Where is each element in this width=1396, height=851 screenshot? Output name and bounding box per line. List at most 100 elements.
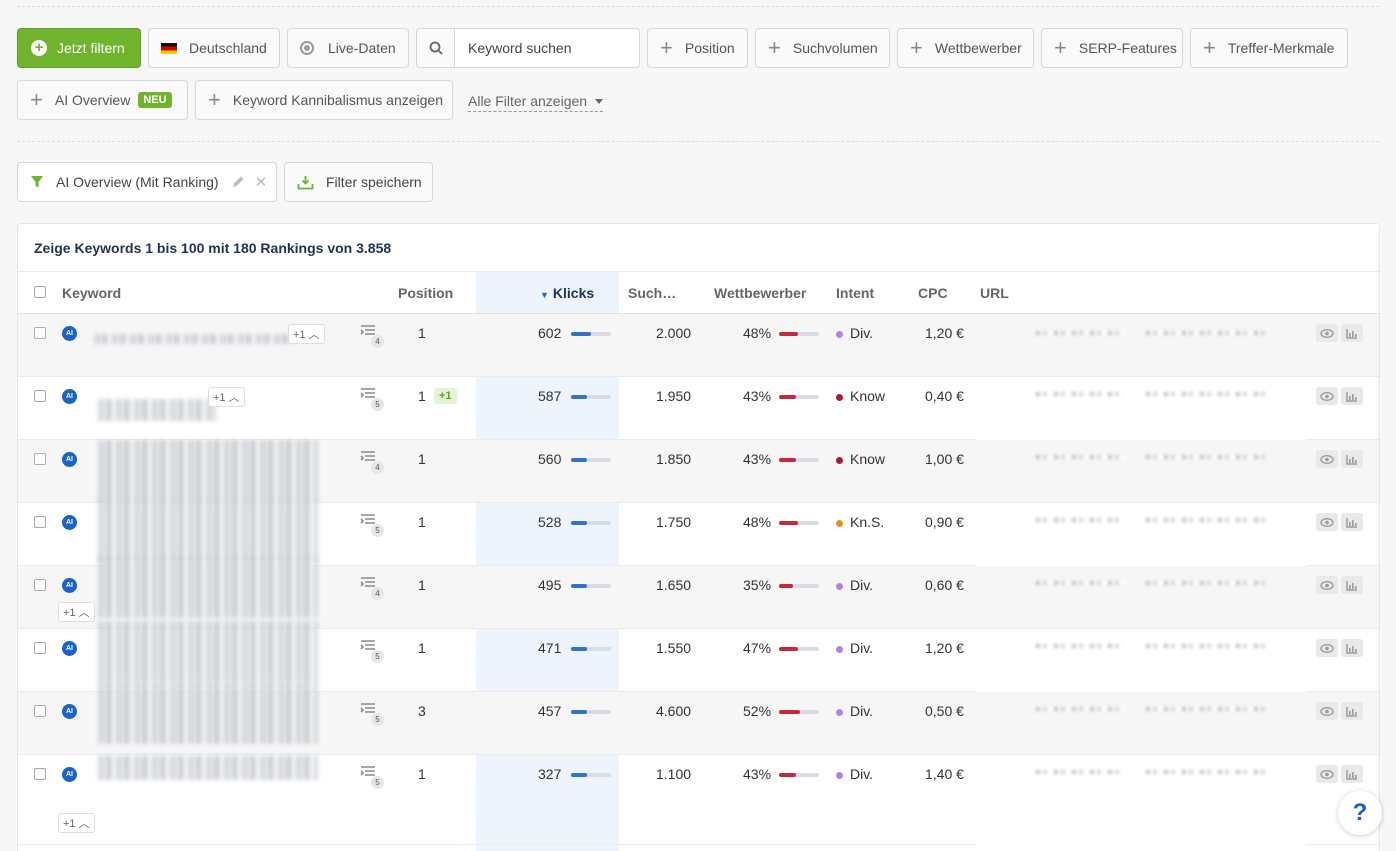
- ai-overview-icon: AI: [62, 704, 77, 719]
- col-intent[interactable]: Intent: [836, 285, 874, 301]
- row-checkbox[interactable]: [34, 327, 46, 339]
- serp-features-icon[interactable]: 5: [360, 387, 384, 411]
- col-url[interactable]: URL: [980, 285, 1009, 301]
- chart-icon[interactable]: [1341, 765, 1363, 783]
- chart-icon[interactable]: [1341, 702, 1363, 720]
- serp-features-icon[interactable]: 4: [360, 576, 384, 600]
- url-redacted[interactable]: [976, 503, 1306, 566]
- search-volume-value: 1.850: [656, 451, 692, 467]
- keyword-redacted[interactable]: [98, 621, 318, 683]
- filter-position-button[interactable]: + Position: [647, 28, 748, 68]
- live-data-button[interactable]: Live-Daten: [287, 28, 409, 68]
- edit-pencil-icon[interactable]: [231, 175, 245, 189]
- table-row[interactable]: AI +1 ︿ 5 1 +1 587 1.950 43% Know 0,40 €: [18, 377, 1379, 440]
- table-row[interactable]: AI +1 ︿ 4 1 495 1.650 35% Div. 0,60 €: [18, 556, 1379, 629]
- url-redacted[interactable]: [976, 755, 1306, 845]
- chart-icon[interactable]: [1341, 513, 1363, 531]
- eye-icon[interactable]: [1316, 513, 1338, 531]
- more-rankings-toggle[interactable]: +1 ︿: [208, 387, 245, 407]
- col-position[interactable]: Position: [398, 285, 453, 301]
- col-klicks[interactable]: ▼ Klicks: [540, 285, 594, 301]
- col-keyword[interactable]: Keyword: [62, 285, 121, 301]
- row-checkbox[interactable]: [34, 453, 46, 465]
- row-checkbox[interactable]: [34, 390, 46, 402]
- intent-value: Div.: [850, 766, 874, 782]
- keyword-redacted[interactable]: [98, 499, 318, 561]
- chart-icon[interactable]: [1341, 387, 1363, 405]
- select-all-checkbox[interactable]: [34, 286, 46, 298]
- keyword-redacted[interactable]: [98, 556, 318, 618]
- eye-icon[interactable]: [1316, 639, 1338, 657]
- cpc-value: 0,40 €: [925, 388, 964, 404]
- serp-features-icon[interactable]: 4: [360, 450, 384, 474]
- keyword-search-input[interactable]: [455, 40, 635, 56]
- filter-hit-attributes-label: Treffer-Merkmale: [1227, 40, 1335, 56]
- filter-ai-overview-button[interactable]: + AI Overview NEU: [17, 80, 188, 120]
- keyword-redacted[interactable]: [94, 334, 297, 344]
- row-checkbox[interactable]: [34, 768, 46, 780]
- filter-divider: [17, 141, 1379, 142]
- close-icon[interactable]: ✕: [255, 173, 268, 191]
- eye-icon[interactable]: [1316, 576, 1338, 594]
- url-redacted[interactable]: [976, 629, 1306, 692]
- keyword-redacted[interactable]: [98, 440, 318, 502]
- intent-dot-icon: [836, 394, 843, 401]
- filter-competitor-button[interactable]: + Wettbewerber: [897, 28, 1034, 68]
- serp-features-icon[interactable]: 5: [360, 702, 384, 726]
- serp-features-icon[interactable]: 4: [360, 324, 384, 348]
- row-checkbox[interactable]: [34, 516, 46, 528]
- keyword-redacted[interactable]: [98, 682, 318, 744]
- chart-icon[interactable]: [1341, 324, 1363, 342]
- url-redacted[interactable]: [976, 440, 1306, 503]
- filter-hit-attributes-button[interactable]: + Treffer-Merkmale: [1190, 28, 1348, 68]
- more-rankings-toggle[interactable]: +1 ︿: [288, 324, 325, 344]
- filter-search-volume-button[interactable]: + Suchvolumen: [755, 28, 890, 68]
- active-filter-chip[interactable]: AI Overview (Mit Ranking) ✕: [17, 162, 277, 202]
- serp-features-icon[interactable]: 5: [360, 765, 384, 789]
- save-filter-button[interactable]: Filter speichern: [284, 162, 433, 202]
- eye-icon[interactable]: [1316, 702, 1338, 720]
- table-row[interactable]: AI 5 3 457 4.600 52% Div. 0,50 €: [18, 682, 1379, 755]
- serp-features-icon[interactable]: 5: [360, 639, 384, 663]
- table-row[interactable]: AI 4 1 560 1.850 43% Know 1,00 €: [18, 440, 1379, 503]
- intent-dot-icon: [836, 772, 843, 779]
- more-rankings-toggle[interactable]: +1 ︿: [58, 602, 95, 622]
- keyword-redacted[interactable]: [98, 755, 318, 780]
- col-cpc[interactable]: CPC: [918, 285, 948, 301]
- help-button[interactable]: ?: [1338, 791, 1382, 835]
- table-header: Keyword Position ▼ Klicks Such… Wettbewer…: [18, 271, 1379, 314]
- keyword-redacted[interactable]: [98, 399, 216, 421]
- url-fragment: [1146, 581, 1266, 585]
- url-redacted[interactable]: [976, 316, 1306, 379]
- row-checkbox[interactable]: [34, 579, 46, 591]
- col-search-volume[interactable]: Such…: [628, 285, 676, 301]
- keyword-search[interactable]: [416, 28, 640, 68]
- clicks-value: 560: [538, 451, 562, 467]
- table-row[interactable]: AI +1 ︿ 5 1 327 1.100 43% Div. 1,40 €: [18, 755, 1379, 845]
- table-row[interactable]: AI +1 ︿ 4 1 602 2.000 48% Div. 1,20 €: [18, 314, 1379, 377]
- all-filters-toggle[interactable]: Alle Filter anzeigen: [468, 93, 604, 112]
- url-redacted[interactable]: [976, 692, 1306, 755]
- col-competitor[interactable]: Wettbewerber: [714, 285, 806, 301]
- row-checkbox[interactable]: [34, 642, 46, 654]
- eye-icon[interactable]: [1316, 387, 1338, 405]
- eye-icon[interactable]: [1316, 324, 1338, 342]
- plus-circle-icon: +: [31, 40, 47, 56]
- chart-icon[interactable]: [1341, 450, 1363, 468]
- clicks-bar-fill: [571, 521, 587, 525]
- more-rankings-toggle[interactable]: +1 ︿: [58, 813, 95, 833]
- row-checkbox[interactable]: [34, 705, 46, 717]
- eye-icon[interactable]: [1316, 450, 1338, 468]
- competitor-bar: [779, 332, 819, 336]
- filter-serp-features-button[interactable]: + SERP-Features: [1041, 28, 1183, 68]
- apply-filter-button[interactable]: + Jetzt filtern: [17, 28, 141, 68]
- keyword-cannibalization-button[interactable]: + Keyword Kannibalismus anzeigen: [195, 80, 453, 120]
- chart-icon[interactable]: [1341, 639, 1363, 657]
- url-redacted[interactable]: [976, 377, 1306, 440]
- serp-features-icon[interactable]: 5: [360, 513, 384, 537]
- chart-icon[interactable]: [1341, 576, 1363, 594]
- url-redacted[interactable]: [976, 566, 1306, 629]
- eye-icon[interactable]: [1316, 765, 1338, 783]
- competitor-bar-fill: [779, 647, 798, 651]
- country-button[interactable]: Deutschland: [148, 28, 280, 68]
